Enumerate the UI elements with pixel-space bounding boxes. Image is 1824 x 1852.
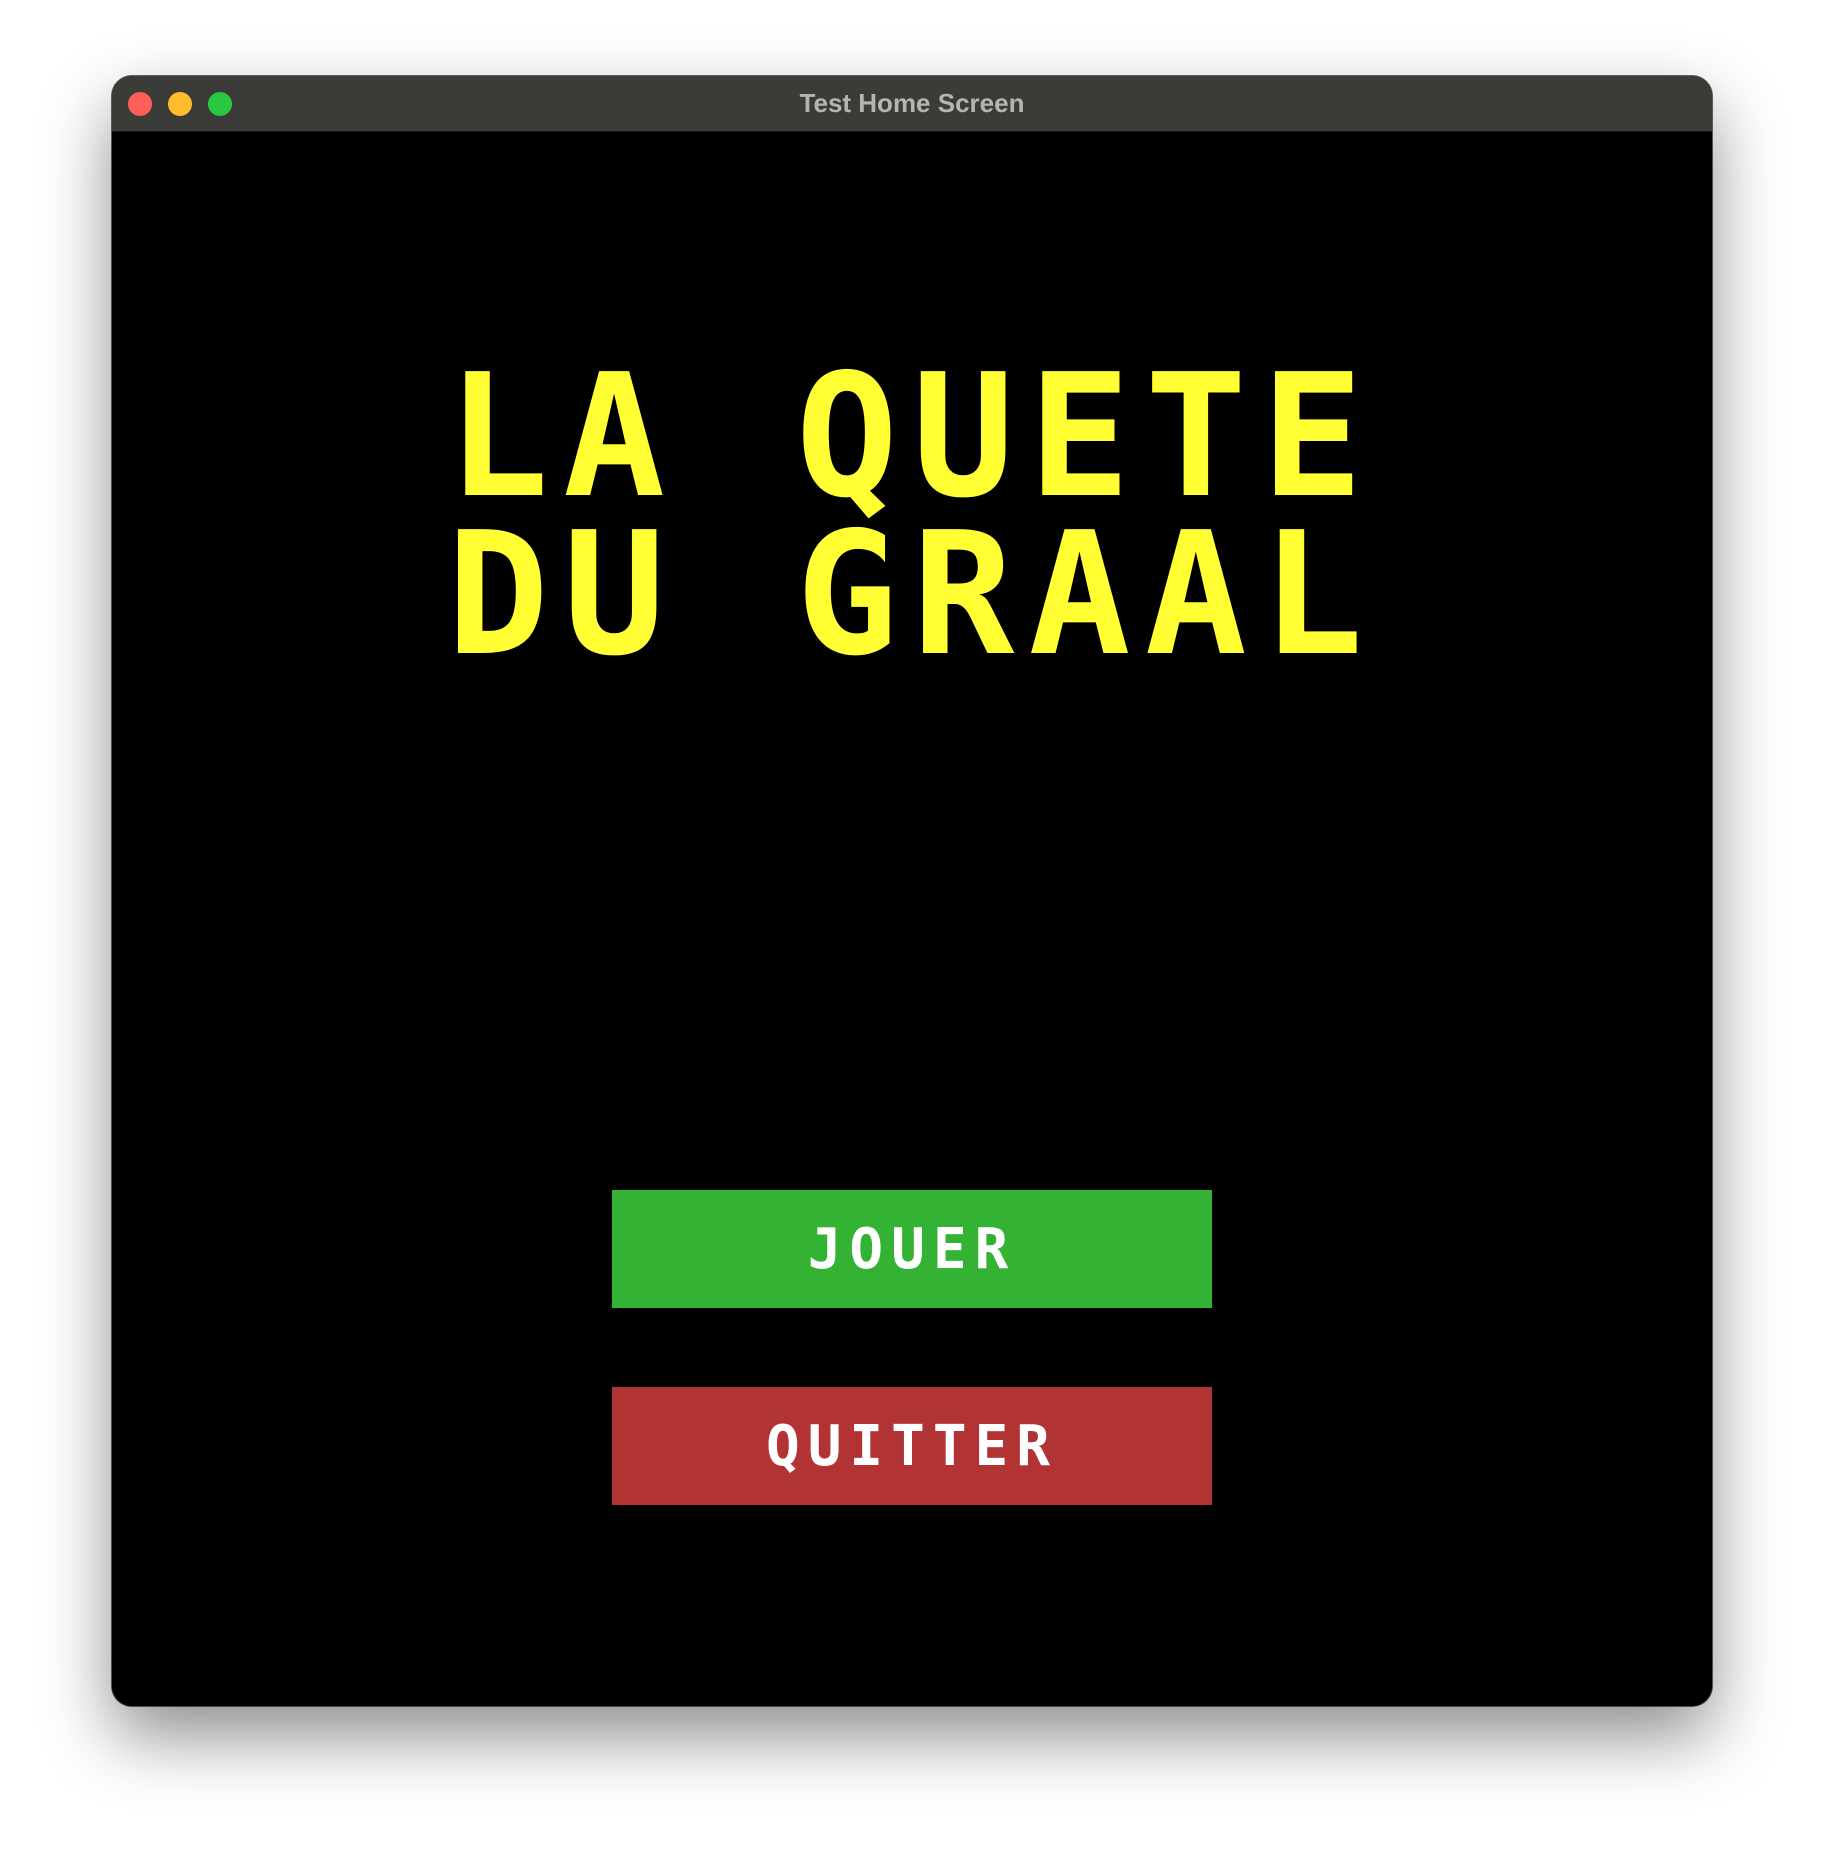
play-button-label: JOUER xyxy=(807,1216,1017,1282)
window-title: Test Home Screen xyxy=(799,88,1025,118)
app-window: Test Home Screen LA QUETE DU GRAAL JOUER… xyxy=(112,76,1712,1706)
quit-button[interactable]: QUITTER xyxy=(612,1387,1212,1505)
game-canvas: LA QUETE DU GRAAL JOUER QUITTER xyxy=(112,132,1712,1706)
game-title-line-1: LA QUETE xyxy=(446,338,1378,536)
quit-button-label: QUITTER xyxy=(765,1413,1058,1479)
window-titlebar[interactable]: Test Home Screen xyxy=(112,76,1712,132)
play-button[interactable]: JOUER xyxy=(612,1190,1212,1308)
game-title-line-2: DU GRAAL xyxy=(446,496,1378,694)
